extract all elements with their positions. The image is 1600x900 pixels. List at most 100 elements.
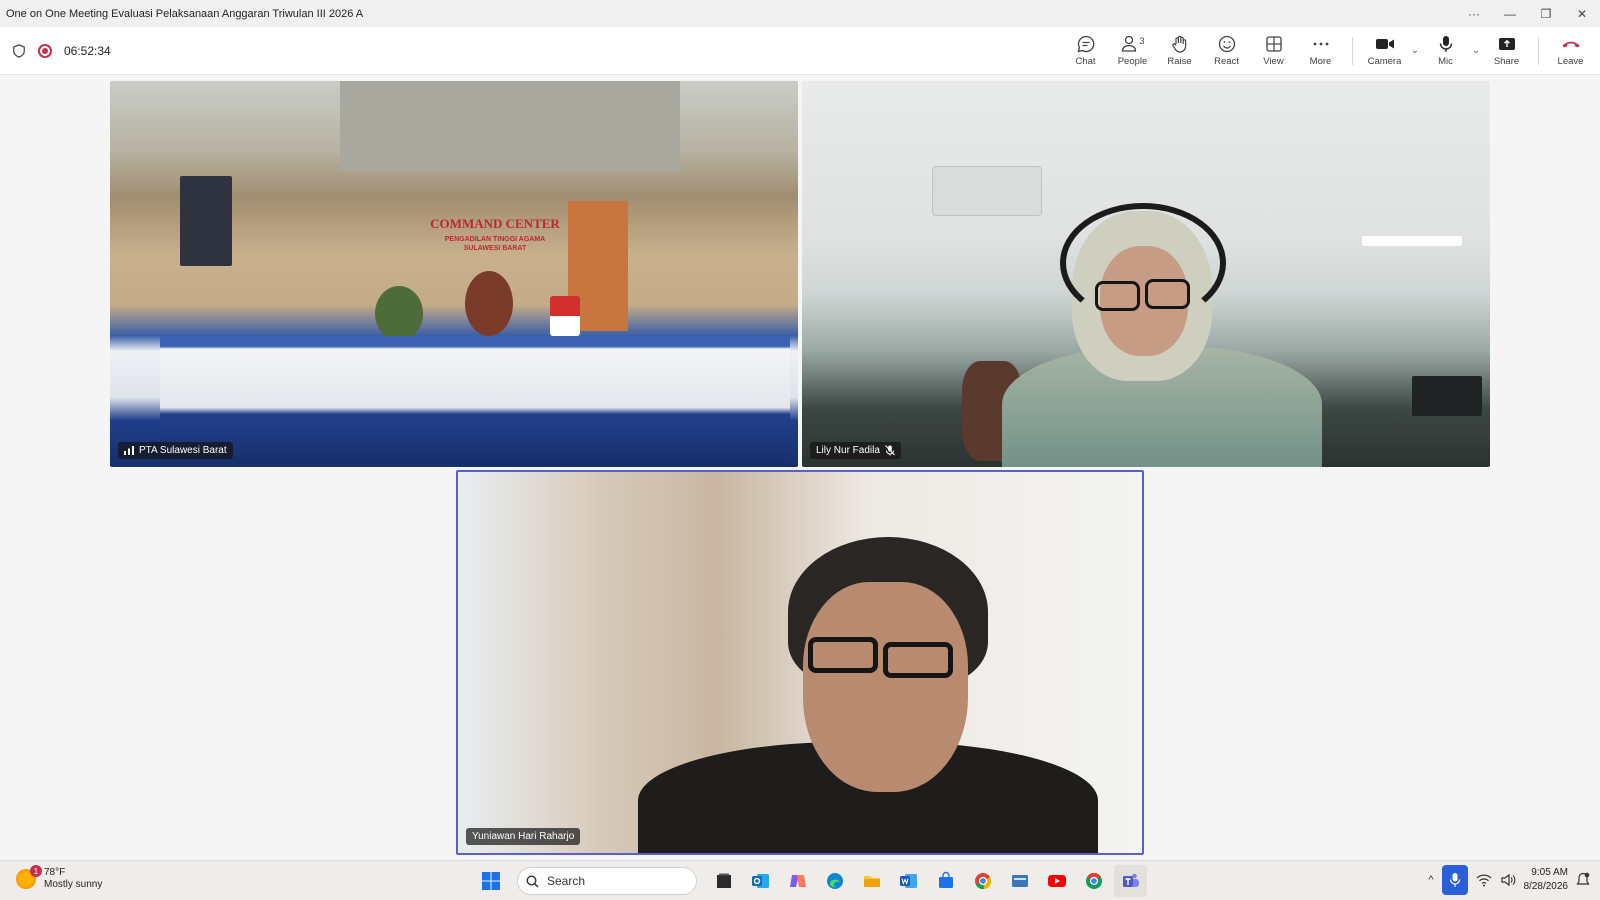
shield-icon[interactable]	[12, 43, 26, 58]
wall-calendar	[180, 176, 232, 266]
taskbar-search[interactable]: Search	[517, 867, 697, 895]
room-ceiling	[340, 81, 680, 171]
taskbar-app-chrome-profile[interactable]	[1077, 865, 1110, 897]
meeting-toolbar: 06:52:34 Chat 3 People Raise React View …	[0, 27, 1600, 75]
raise-label: Raise	[1167, 56, 1192, 67]
taskbar-app-teams[interactable]	[1114, 865, 1147, 897]
taskbar-app-outlook[interactable]	[744, 865, 777, 897]
video-tile-yuniawan-hari-raharjo[interactable]: Yuniawan Hari Raharjo	[456, 470, 1144, 855]
taskbar-app-youtube[interactable]	[1040, 865, 1073, 897]
camera-options-chevron-icon[interactable]: ⌄	[1408, 29, 1422, 73]
taskbar-app-word[interactable]	[892, 865, 925, 897]
share-label: Share	[1493, 56, 1520, 67]
chrome-profile-icon	[1085, 872, 1102, 889]
camera-label: Camera	[1367, 56, 1402, 67]
weather-widget[interactable]: 1 78°F Mostly sunny	[16, 865, 103, 891]
taskbar-app-files[interactable]	[707, 865, 740, 897]
mic-in-use-indicator[interactable]	[1441, 865, 1468, 895]
minimize-button[interactable]: —	[1492, 0, 1528, 27]
weather-temperature: 78°F	[44, 867, 66, 878]
taskbar-app-explorer[interactable]	[855, 865, 888, 897]
leave-label: Leave	[1557, 56, 1584, 67]
video-tile-pta-sulawesi-barat[interactable]: COMMAND CENTER PENGADILAN TINGGI AGAMA S…	[110, 81, 798, 467]
close-button[interactable]: ✕	[1564, 0, 1600, 27]
background-monitor	[1412, 376, 1482, 416]
file-explorer-icon	[863, 876, 880, 887]
view-button[interactable]: View	[1250, 29, 1297, 73]
participant-name-tag: Lily Nur Fadila	[810, 442, 901, 459]
teams-icon	[1122, 873, 1139, 887]
hand-icon	[1171, 35, 1186, 53]
ceiling-light	[1362, 236, 1462, 246]
more-dots-icon	[1313, 42, 1328, 46]
window-title: One on One Meeting Evaluasi Pelaksanaan …	[6, 7, 364, 20]
more-label: More	[1309, 56, 1332, 67]
taskbar-app-copilot[interactable]	[781, 865, 814, 897]
meeting-timer: 06:52:34	[64, 43, 111, 58]
conference-table	[160, 336, 790, 466]
copilot-icon	[789, 875, 806, 887]
store-icon	[938, 871, 953, 888]
wifi-icon[interactable]	[1476, 873, 1492, 887]
participant-name-tag: PTA Sulawesi Barat	[118, 442, 233, 459]
people-count: 3	[1139, 36, 1145, 46]
mic-options-chevron-icon[interactable]: ⌄	[1469, 29, 1483, 73]
eyeglasses	[808, 637, 878, 673]
mic-button[interactable]: Mic	[1422, 29, 1469, 73]
video-tile-lily-nur-fadila[interactable]: Lily Nur Fadila	[802, 81, 1490, 467]
chat-label: Chat	[1075, 56, 1096, 67]
react-button[interactable]: React	[1203, 29, 1250, 73]
system-tray: ^ 9:05 AM 8/28/2026	[1428, 865, 1590, 895]
participant-name: PTA Sulawesi Barat	[139, 445, 227, 456]
word-icon	[899, 874, 917, 888]
smiley-icon	[1218, 35, 1235, 53]
leave-button[interactable]: Leave	[1547, 29, 1594, 73]
search-icon	[526, 874, 539, 887]
system-clock[interactable]: 9:05 AM 8/28/2026	[1524, 866, 1569, 894]
file-manager-icon	[716, 873, 731, 888]
people-button[interactable]: 3 People	[1109, 29, 1156, 73]
headphones	[1060, 203, 1226, 323]
microphone-icon	[1449, 873, 1460, 887]
taskbar-app-store[interactable]	[929, 865, 962, 897]
participant-name: Lily Nur Fadila	[816, 445, 880, 456]
folder-app-icon	[1011, 875, 1028, 887]
ceiling-ac-unit	[932, 166, 1042, 216]
participant-left	[375, 286, 423, 341]
windows-start-icon	[481, 872, 500, 890]
view-label: View	[1263, 56, 1284, 67]
outlook-icon	[751, 874, 769, 888]
grid-view-icon	[1265, 36, 1282, 52]
toolbar-divider	[1352, 36, 1353, 65]
taskbar-app-folder[interactable]	[1003, 865, 1036, 897]
participant-face	[803, 582, 968, 792]
notifications-icon[interactable]	[1576, 872, 1590, 888]
more-button[interactable]: More	[1297, 29, 1344, 73]
share-button[interactable]: Share	[1483, 29, 1530, 73]
chat-button[interactable]: Chat	[1062, 29, 1109, 73]
toolbar-divider	[1538, 36, 1539, 65]
start-button[interactable]	[474, 865, 507, 897]
volume-icon[interactable]	[1500, 873, 1516, 887]
react-label: React	[1214, 56, 1239, 67]
participant-name: Yuniawan Hari Raharjo	[472, 831, 575, 842]
restore-button[interactable]: ❐	[1528, 0, 1564, 27]
weather-description: Mostly sunny	[44, 879, 103, 890]
sun-icon: 1	[16, 865, 42, 889]
recording-icon[interactable]	[38, 43, 52, 58]
flag	[550, 296, 580, 336]
participant-name-tag: Yuniawan Hari Raharjo	[466, 828, 581, 845]
show-hidden-icons-chevron-icon[interactable]: ^	[1428, 874, 1433, 886]
youtube-icon	[1047, 875, 1066, 887]
microphone-icon	[1439, 36, 1452, 52]
raise-hand-button[interactable]: Raise	[1156, 29, 1203, 73]
window-titlebar: One on One Meeting Evaluasi Pelaksanaan …	[0, 0, 1600, 27]
window-more-icon[interactable]: ···	[1456, 0, 1492, 27]
chrome-icon	[974, 873, 991, 890]
hang-up-icon	[1562, 41, 1579, 48]
taskbar-app-chrome[interactable]	[966, 865, 999, 897]
people-label: People	[1117, 56, 1148, 67]
share-screen-icon	[1498, 38, 1515, 50]
taskbar-app-edge[interactable]	[818, 865, 851, 897]
camera-button[interactable]: Camera	[1361, 29, 1408, 73]
